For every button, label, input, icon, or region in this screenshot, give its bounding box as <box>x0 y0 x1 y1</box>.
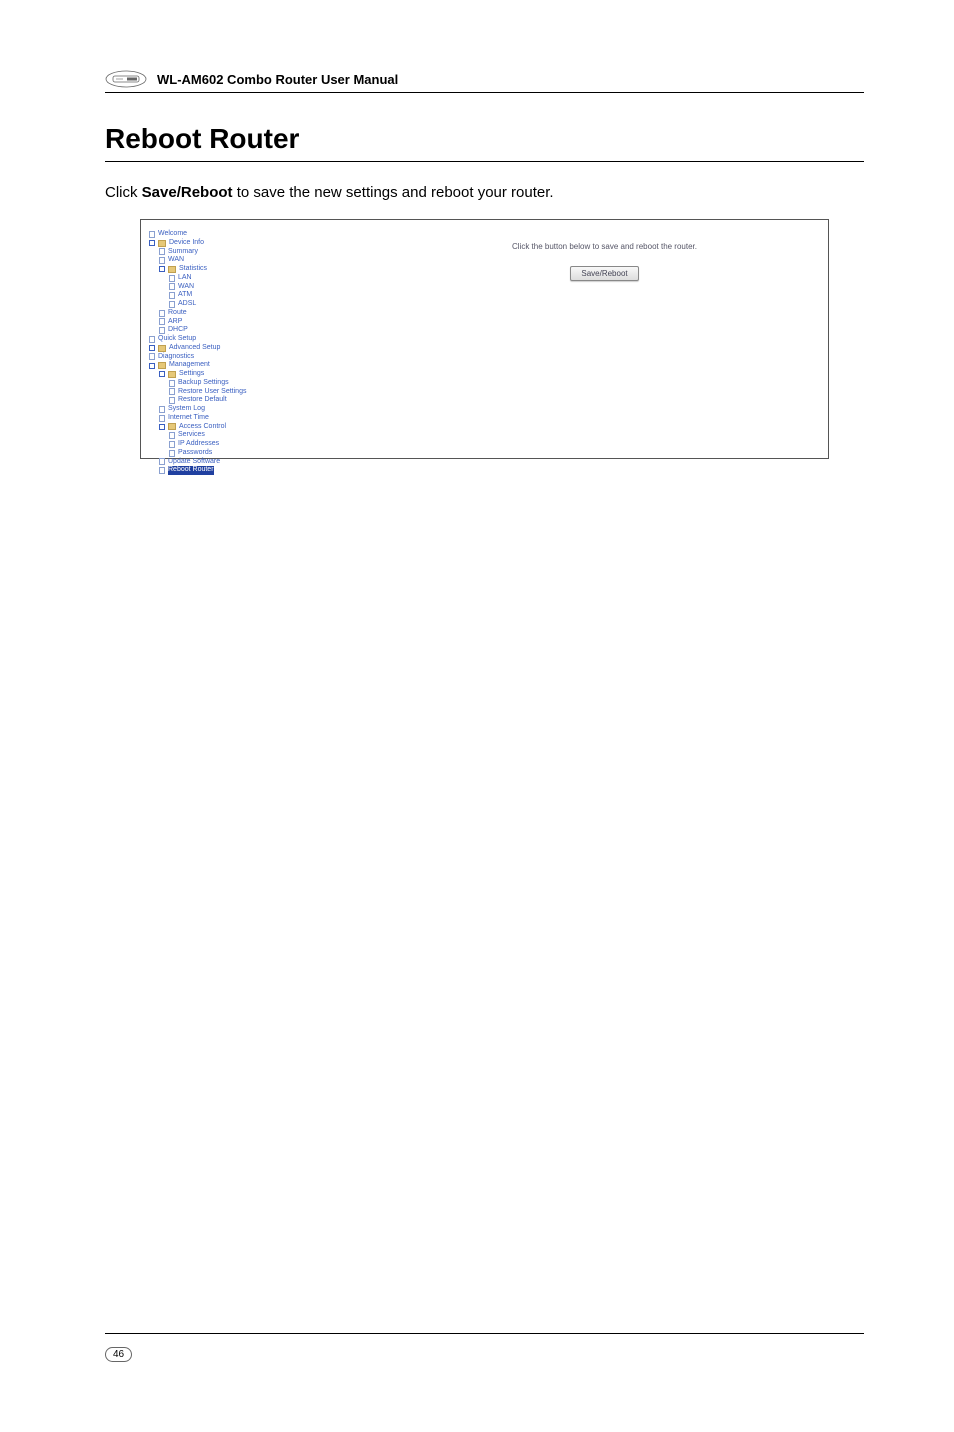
content-pane: Click the button below to save and reboo… <box>309 230 820 452</box>
nav-summary[interactable]: Summary <box>149 248 309 257</box>
nav-settings[interactable]: Settings <box>149 370 309 379</box>
page-number: 46 <box>105 1347 132 1362</box>
nav-passwords[interactable]: Passwords <box>149 449 309 458</box>
nav-quick-setup[interactable]: Quick Setup <box>149 335 309 344</box>
nav-backup-settings[interactable]: Backup Settings <box>149 379 309 388</box>
nav-arp[interactable]: ARP <box>149 318 309 327</box>
nav-restore-default[interactable]: Restore Default <box>149 396 309 405</box>
body-prefix: Click <box>105 184 142 201</box>
nav-restore-user[interactable]: Restore User Settings <box>149 388 309 397</box>
router-icon <box>105 70 147 88</box>
nav-device-info[interactable]: Device Info <box>149 239 309 248</box>
save-reboot-button[interactable]: Save/Reboot <box>570 266 638 281</box>
nav-route[interactable]: Route <box>149 309 309 318</box>
nav-wan[interactable]: WAN <box>149 256 309 265</box>
router-admin-screenshot: Welcome Device Info Summary WAN Statisti… <box>140 219 829 459</box>
nav-welcome[interactable]: Welcome <box>149 230 309 239</box>
page-footer: 46 <box>105 1333 864 1362</box>
body-text: Click Save/Reboot to save the new settin… <box>105 184 864 201</box>
nav-ip-addresses[interactable]: IP Addresses <box>149 440 309 449</box>
nav-lan[interactable]: LAN <box>149 274 309 283</box>
nav-update-software[interactable]: Update Software <box>149 458 309 467</box>
nav-advanced-setup[interactable]: Advanced Setup <box>149 344 309 353</box>
nav-diagnostics[interactable]: Diagnostics <box>149 353 309 362</box>
nav-statistics[interactable]: Statistics <box>149 265 309 274</box>
instruction-text: Click the button below to save and reboo… <box>409 242 800 251</box>
nav-dhcp[interactable]: DHCP <box>149 326 309 335</box>
nav-tree: Welcome Device Info Summary WAN Statisti… <box>149 230 309 452</box>
nav-internet-time[interactable]: Internet Time <box>149 414 309 423</box>
page-header: WL-AM602 Combo Router User Manual <box>105 70 864 93</box>
body-bold: Save/Reboot <box>142 184 233 201</box>
nav-atm[interactable]: ATM <box>149 291 309 300</box>
nav-access-control[interactable]: Access Control <box>149 423 309 432</box>
nav-management[interactable]: Management <box>149 361 309 370</box>
nav-wan2[interactable]: WAN <box>149 283 309 292</box>
nav-adsl[interactable]: ADSL <box>149 300 309 309</box>
nav-services[interactable]: Services <box>149 431 309 440</box>
nav-system-log[interactable]: System Log <box>149 405 309 414</box>
body-suffix: to save the new settings and reboot your… <box>233 184 554 201</box>
section-title: Reboot Router <box>105 123 864 162</box>
nav-reboot-router[interactable]: Reboot Router <box>149 466 309 475</box>
header-product: WL-AM602 Combo Router User Manual <box>157 72 398 87</box>
